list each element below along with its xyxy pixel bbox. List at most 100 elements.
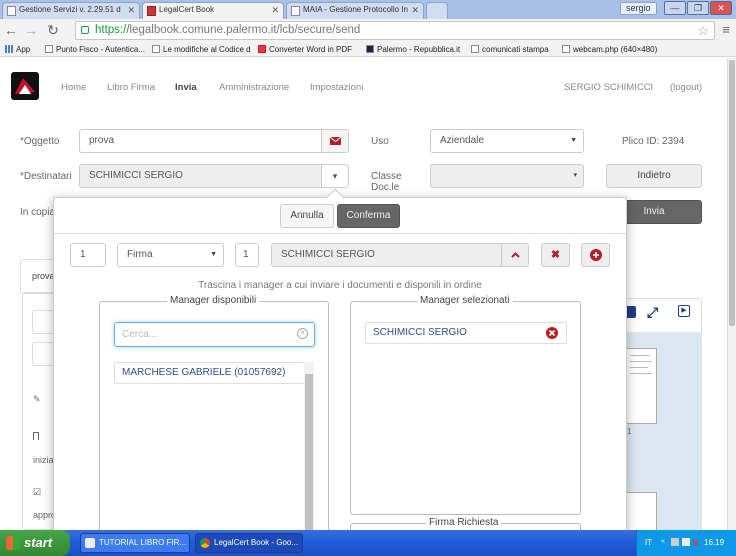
collapse-icon[interactable]: « — [661, 538, 665, 545]
available-managers-legend: Manager disponibili — [167, 295, 260, 306]
bookmark-label: Palermo - Repubblica.it — [377, 45, 461, 54]
new-tab-button[interactable] — [426, 2, 448, 19]
bookmark-webcam[interactable]: webcam.php (640×480) — [562, 44, 657, 55]
list-scrollbar[interactable] — [304, 362, 314, 530]
document-tab-label: prova — [32, 271, 55, 281]
reload-icon[interactable]: ↻ — [46, 22, 60, 39]
star-icon[interactable]: ☆ — [697, 22, 709, 39]
selected-manager-item[interactable]: SCHIMICCI SERGIO — [365, 322, 567, 344]
chevron-down-icon: ▼ — [570, 137, 577, 144]
add-step-button[interactable] — [581, 243, 610, 267]
page-icon — [45, 45, 53, 53]
clear-search-icon[interactable]: ✕ — [297, 328, 308, 339]
system-tray: IT « K 16.19 — [636, 530, 736, 556]
logout-link[interactable]: (logout) — [670, 82, 702, 93]
address-bar[interactable]: https://legalbook.comune.palermo.it/lcb/… — [75, 21, 715, 40]
apps-grid-icon — [5, 45, 13, 53]
windows-logo-icon — [6, 536, 20, 550]
available-manager-item[interactable]: MARCHESE GABRIELE (01057692) — [114, 362, 305, 384]
bookmark-label: webcam.php (640×480) — [573, 45, 658, 54]
instructions-text: Trascina i manager a cui inviare i docum… — [198, 280, 482, 291]
page-icon — [471, 45, 479, 53]
back-icon[interactable]: ← — [4, 22, 18, 39]
nav-invia[interactable]: Invia — [175, 82, 197, 93]
popover-arrow — [326, 188, 344, 206]
caret-down-icon: ▾ — [573, 172, 577, 179]
converter-icon — [258, 45, 266, 53]
close-icon[interactable]: ✕ — [411, 5, 419, 16]
close-icon[interactable]: ✕ — [127, 5, 135, 16]
selected-manager-field[interactable]: SCHIMICCI SERGIO — [271, 243, 529, 267]
order-input[interactable]: 1 — [70, 243, 106, 267]
selected-managers-box: Manager selezionati SCHIMICCI SERGIO — [350, 295, 581, 515]
nav-amministrazione[interactable]: Amministrazione — [219, 82, 289, 93]
edit-icon[interactable]: ✎ — [33, 394, 41, 405]
oggetto-input[interactable]: prova — [79, 129, 349, 153]
nav-libro-firma[interactable]: Libro Firma — [107, 82, 155, 93]
document-page-thumbnail-2[interactable] — [625, 492, 657, 530]
selected-manager-name: SCHIMICCI SERGIO — [373, 327, 467, 338]
remove-circle-icon[interactable] — [546, 327, 558, 339]
destinatari-input[interactable]: SCHIMICCI SERGIO ▾ — [79, 164, 349, 188]
firma-type-select[interactable]: Firma ▼ — [117, 243, 224, 267]
play-icon[interactable]: ▶ — [678, 305, 690, 317]
bookmark-label: Punto Fisco - Autentica... — [56, 45, 145, 54]
nav-home[interactable]: Home — [61, 82, 86, 93]
browser-tab-gestione-servizi[interactable]: Gestione Servizi v. 2.29.51 d ✕ — [2, 2, 140, 19]
bookmark-apps[interactable]: App — [5, 44, 30, 55]
firma-richiesta-legend: Firma Richiesta — [426, 517, 502, 528]
language-indicator[interactable]: IT — [645, 538, 652, 547]
antivirus-icon[interactable]: K — [693, 538, 700, 548]
restore-icon[interactable]: ❐ — [687, 1, 709, 15]
close-window-icon[interactable]: ✕ — [710, 1, 732, 15]
caret-down-icon[interactable]: ▾ — [321, 165, 348, 187]
chevron-up-icon[interactable] — [501, 244, 528, 266]
indietro-button[interactable]: Indietro — [606, 164, 702, 188]
volume-icon[interactable] — [682, 538, 690, 546]
page-scrollbar[interactable] — [727, 58, 736, 530]
profile-chip[interactable]: sergio — [620, 2, 657, 15]
count-input[interactable]: 1 — [235, 243, 259, 267]
forward-icon[interactable]: → — [24, 22, 38, 39]
network-icon[interactable] — [671, 538, 679, 546]
plico-id: Plico ID: 2394 — [622, 136, 685, 147]
chrome-menu-icon[interactable]: ≡ — [719, 22, 733, 37]
bookmark-repubblica[interactable]: Palermo - Repubblica.it — [366, 44, 460, 55]
conferma-button[interactable]: Conferma — [337, 204, 400, 228]
legalcert-logo[interactable] — [11, 72, 39, 100]
url-scheme: https:// — [95, 24, 130, 36]
page-icon — [7, 6, 16, 16]
bookmark-punto-fisco[interactable]: Punto Fisco - Autentica... — [45, 44, 145, 55]
browser-tab-maia[interactable]: MAIA - Gestione Protocollo In ✕ — [286, 2, 424, 19]
start-button[interactable]: start — [0, 530, 70, 556]
envelope-icon[interactable] — [321, 130, 348, 152]
annulla-button[interactable]: Annulla — [280, 204, 334, 228]
bookmark-converter[interactable]: Converter Word in PDF — [258, 44, 352, 55]
nav-impostazioni[interactable]: Impostazioni — [310, 82, 363, 93]
word-icon — [85, 538, 95, 548]
fullscreen-icon[interactable]: ⤢ — [647, 304, 658, 321]
minimize-icon[interactable]: — — [664, 1, 686, 15]
browser-tab-legalcert[interactable]: LegalCert Book ✕ — [142, 2, 284, 19]
taskbar-item-chrome[interactable]: LegalCert Book - Goo... — [195, 533, 303, 553]
repubblica-icon — [366, 45, 374, 53]
firma-type-value: Firma — [127, 249, 153, 260]
uso-select[interactable]: Aziendale ▼ — [430, 129, 584, 153]
manager-search-input[interactable]: Cerca... ✕ — [114, 322, 315, 347]
browser-tab-strip: Gestione Servizi v. 2.29.51 d ✕ LegalCer… — [0, 0, 736, 19]
selected-manager-value: SCHIMICCI SERGIO — [281, 249, 375, 260]
bookmark-modifiche-codice[interactable]: Le modifiche al Codice d — [152, 44, 251, 55]
close-icon[interactable]: ✕ — [271, 5, 279, 16]
remove-step-button[interactable]: ✖ — [541, 243, 570, 267]
checkbox-icon[interactable]: ☑ — [33, 487, 41, 498]
search-placeholder: Cerca... — [122, 329, 158, 340]
page-icon — [152, 45, 160, 53]
taskbar-item-tutorial[interactable]: TUTORIAL LIBRO FIR... — [80, 533, 190, 553]
bookmark-comunicati[interactable]: comunicati stampa — [471, 44, 549, 55]
bookmark-label: Converter Word in PDF — [269, 45, 352, 54]
bookmark-icon[interactable] — [33, 432, 39, 440]
document-page-thumbnail[interactable] — [625, 348, 657, 424]
classe-select[interactable]: ▾ — [430, 164, 584, 188]
scroll-thumb[interactable] — [729, 60, 735, 326]
close-icon: ✖ — [550, 249, 561, 261]
